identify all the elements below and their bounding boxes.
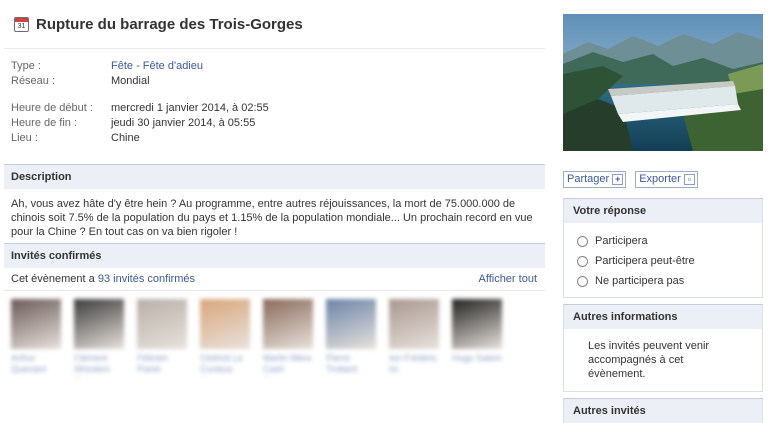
guest-name[interactable]: Cédrick Le Cunieux Crayon	[200, 353, 250, 377]
other-guests-box: Autres invités	[563, 398, 763, 423]
guests-count: Cet évènement a 93 invités confirmés	[11, 273, 196, 285]
radio-button[interactable]	[577, 255, 588, 267]
guest-name[interactable]: Martin Méra Cash Sévera	[263, 353, 313, 377]
info-label: Réseau :	[11, 75, 56, 87]
rsvp-option-attending[interactable]: Participera	[577, 231, 762, 251]
guest-card[interactable]: Félicien Poiret	[137, 299, 187, 377]
event-photo	[563, 14, 763, 151]
guest-name[interactable]: Hugo Salem	[452, 353, 502, 377]
rsvp-box: Votre réponse Participera Participera pe…	[563, 198, 763, 298]
info-label: Lieu :	[11, 132, 38, 144]
event-actions: Partager + Exporter ▫	[563, 171, 763, 188]
show-all-link[interactable]: Afficher tout	[479, 268, 538, 290]
rsvp-option-label: Participera peut-être	[595, 255, 695, 267]
guest-card[interactable]: Pierre Trottard	[326, 299, 376, 377]
other-info-heading: Autres informations	[564, 305, 762, 329]
export-label: Exporter	[639, 173, 681, 185]
rsvp-options: Participera Participera peut-être Ne par…	[564, 223, 762, 297]
export-button[interactable]: Exporter ▫	[635, 171, 698, 188]
avatar[interactable]	[200, 299, 250, 349]
info-row-end: Heure de fin : jeudi 30 janvier 2014, à …	[11, 116, 545, 131]
info-label: Heure de fin :	[11, 117, 78, 129]
calendar-day: 31	[17, 22, 26, 30]
guests-count-link[interactable]: 93 invités confirmés	[98, 273, 195, 285]
info-value: mercredi 1 janvier 2014, à 02:55	[111, 102, 269, 114]
info-label: Type :	[11, 60, 41, 72]
avatar[interactable]	[326, 299, 376, 349]
calendar-icon: 31	[14, 16, 29, 32]
info-row-network: Réseau : Mondial	[11, 74, 545, 89]
info-row-location: Lieu : Chine	[11, 131, 545, 146]
event-main-column: 31 Rupture du barrage des Trois-Gorges T…	[4, 0, 545, 377]
radio-button[interactable]	[577, 235, 588, 247]
guest-name[interactable]: Ion Frédéric Ivi	[389, 353, 439, 377]
info-row-type: Type : Fête - Fête d'adieu	[11, 59, 545, 74]
event-type-link[interactable]: Fête - Fête d'adieu	[111, 59, 203, 74]
guest-name[interactable]: Clément Wrestem Plains	[74, 353, 124, 377]
info-row-start: Heure de début : mercredi 1 janvier 2014…	[11, 101, 545, 116]
avatar[interactable]	[452, 299, 502, 349]
event-title: Rupture du barrage des Trois-Gorges	[36, 15, 303, 33]
guest-card[interactable]: Cédrick Le Cunieux Crayon	[200, 299, 250, 377]
radio-button[interactable]	[577, 275, 588, 287]
event-side-column: Partager + Exporter ▫ Votre réponse Partic…	[563, 14, 763, 423]
description-heading: Description	[4, 164, 545, 189]
guests-summary: Cet évènement a 93 invités confirmés Aff…	[4, 268, 545, 291]
info-value: Mondial	[111, 75, 150, 87]
avatar[interactable]	[11, 299, 61, 349]
info-value: Chine	[111, 132, 140, 144]
calendar-export-icon: ▫	[683, 174, 695, 185]
other-guests-heading: Autres invités	[564, 399, 762, 423]
guest-name[interactable]: Pierre Trottard	[326, 353, 376, 377]
event-header: 31 Rupture du barrage des Trois-Gorges	[4, 0, 545, 49]
rsvp-option-declined[interactable]: Ne participera pas	[577, 271, 762, 291]
guest-card[interactable]: Martin Méra Cash Sévera	[263, 299, 313, 377]
guest-card[interactable]: Ion Frédéric Ivi	[389, 299, 439, 377]
avatar[interactable]	[74, 299, 124, 349]
description-text: Ah, vous avez hâte d'y être hein ? Au pr…	[11, 198, 533, 238]
guest-card[interactable]: Hugo Salem	[452, 299, 502, 377]
share-button[interactable]: Partager +	[563, 171, 627, 188]
rsvp-heading: Votre réponse	[564, 199, 762, 223]
guest-name[interactable]: Félicien Poiret	[137, 353, 187, 377]
event-info: Type : Fête - Fête d'adieu Réseau : Mond…	[4, 49, 545, 146]
avatar[interactable]	[389, 299, 439, 349]
info-value: jeudi 30 janvier 2014, à 05:55	[111, 117, 256, 129]
guests-heading: Invités confirmés	[4, 243, 545, 268]
avatar[interactable]	[263, 299, 313, 349]
guest-name[interactable]: Arthur Quenard	[11, 353, 61, 377]
rsvp-option-maybe[interactable]: Participera peut-être	[577, 251, 762, 271]
guest-card[interactable]: Arthur Quenard	[11, 299, 61, 377]
rsvp-option-label: Participera	[595, 235, 648, 247]
info-label: Heure de début :	[11, 102, 93, 114]
plus-icon: +	[612, 174, 624, 185]
rsvp-option-label: Ne participera pas	[595, 275, 685, 287]
guest-grid: Arthur Quenard Clément Wrestem Plains Fé…	[4, 291, 545, 377]
other-info-text: Les invités peuvent venir accompagnés à …	[588, 340, 710, 380]
share-label: Partager	[567, 173, 610, 185]
avatar[interactable]	[137, 299, 187, 349]
guest-card[interactable]: Clément Wrestem Plains	[74, 299, 124, 377]
other-info-box: Autres informations Les invités peuvent …	[563, 304, 763, 392]
